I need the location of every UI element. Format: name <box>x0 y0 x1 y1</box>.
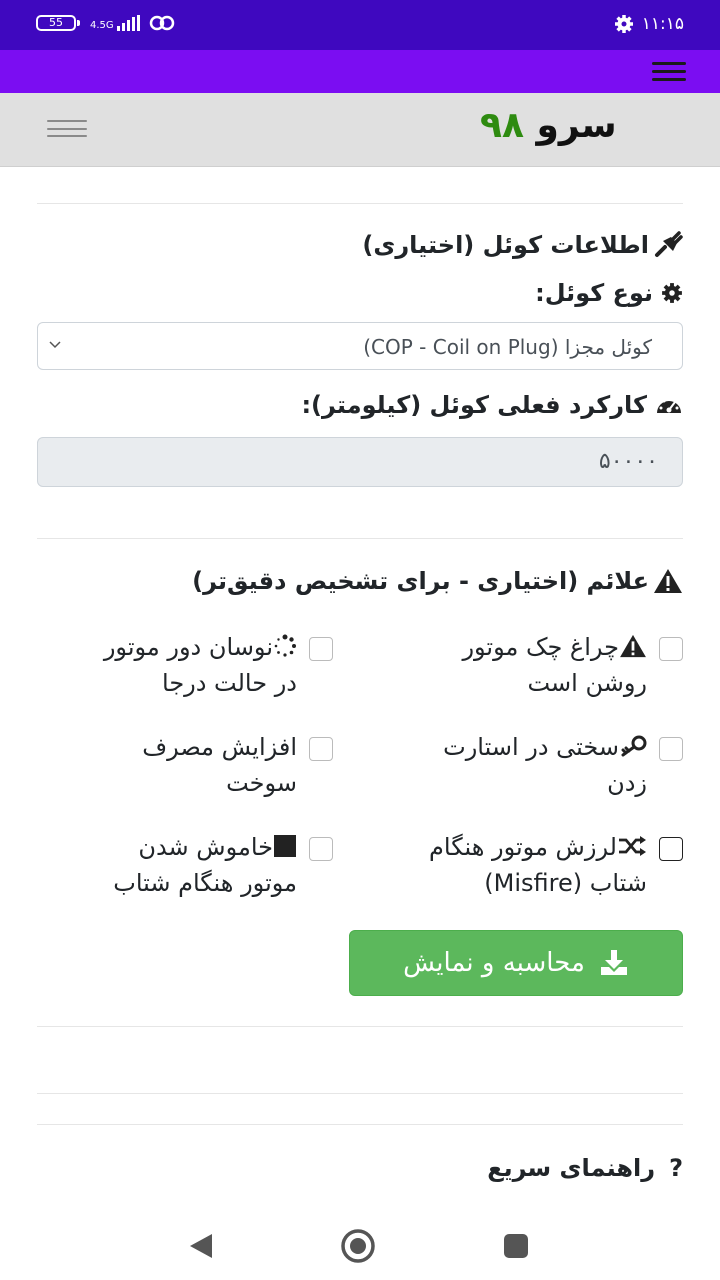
menu-toggle-icon[interactable] <box>47 120 87 137</box>
divider <box>37 1026 683 1027</box>
divider <box>37 1093 683 1094</box>
calculate-button-label: محاسبه و نمایش <box>403 948 585 978</box>
top-menu-icon[interactable] <box>652 62 686 81</box>
symptom-label: لرزش موتور هنگام <box>429 833 617 861</box>
symptom-checkbox[interactable] <box>659 737 683 761</box>
shuffle-icon <box>619 836 646 856</box>
symptom-misfire[interactable]: لرزش موتور هنگام شتاب (Misfire) <box>383 829 683 901</box>
symptom-checkbox[interactable] <box>309 737 333 761</box>
spinner-icon <box>274 634 296 657</box>
divider <box>37 1124 683 1125</box>
status-left: 55 4.5G <box>36 14 176 32</box>
guide-title: ? راهنمای سریع <box>487 1154 683 1182</box>
warning-icon <box>620 634 646 658</box>
symptom-label: زدن <box>607 769 647 797</box>
coil-section-title-text: اطلاعات کوئل (اختیاری) <box>362 231 649 259</box>
key-icon <box>621 735 647 757</box>
symptom-checkbox[interactable] <box>659 637 683 661</box>
symptom-stall[interactable]: خاموش شدن موتور هنگام شتاب <box>33 829 333 901</box>
gauge-icon <box>657 397 681 413</box>
clock: ۱۱:۱۵ <box>641 14 684 34</box>
hotspot-icon <box>149 15 174 31</box>
battery-indicator: 55 <box>36 15 80 31</box>
coil-mileage-value: ۵۰۰۰۰ <box>598 449 658 474</box>
back-icon[interactable] <box>186 1232 214 1260</box>
symptom-idle-fluctuation[interactable]: نوسان دور موتور در حالت درجا <box>33 629 333 701</box>
symptom-label: چراغ چک موتور <box>462 633 619 661</box>
symptom-label: سختی در استارت <box>443 733 619 761</box>
brand-name: سرو <box>536 105 617 146</box>
network-type: 4.5G <box>90 20 114 31</box>
symptom-label: شتاب (Misfire) <box>484 869 647 897</box>
signal-icon <box>116 15 140 31</box>
home-icon[interactable] <box>340 1228 376 1264</box>
symptom-check-engine[interactable]: چراغ چک موتور روشن است <box>383 629 683 701</box>
symptom-label: خاموش شدن <box>138 833 273 861</box>
symptom-label: روشن است <box>527 669 647 697</box>
coil-type-select[interactable]: کوئل مجزا (COP - Coil on Plug) <box>37 322 683 370</box>
coil-section-title: اطلاعات کوئل (اختیاری) <box>362 231 683 259</box>
chevron-down-icon <box>49 341 61 349</box>
warning-icon <box>654 569 682 593</box>
top-nav <box>0 50 720 93</box>
coil-mileage-input[interactable]: ۵۰۰۰۰ <box>37 437 683 487</box>
symptom-label: افزایش مصرف <box>142 733 297 761</box>
coil-mileage-label-text: کارکرد فعلی کوئل (کیلومتر): <box>301 391 647 419</box>
coil-mileage-label: کارکرد فعلی کوئل (کیلومتر): <box>301 391 683 419</box>
gear-icon <box>662 283 682 303</box>
symptom-hard-start[interactable]: سختی در استارت زدن <box>383 729 683 801</box>
question-icon: ? <box>669 1154 683 1182</box>
download-icon <box>600 950 627 975</box>
divider <box>37 538 683 539</box>
coil-type-selected: کوئل مجزا (COP - Coil on Plug) <box>363 335 652 359</box>
symptom-fuel-consumption[interactable]: افزایش مصرف سوخت <box>33 729 333 801</box>
brand-logo[interactable]: سرو ۹۸ <box>480 105 617 146</box>
stop-icon <box>274 835 296 857</box>
system-nav-bar <box>0 1212 720 1280</box>
symptom-label: نوسان دور موتور <box>103 633 273 661</box>
symptom-label: در حالت درجا <box>162 669 297 697</box>
brand-number: ۹۸ <box>480 105 524 146</box>
symptom-checkbox[interactable] <box>309 837 333 861</box>
guide-title-text: راهنمای سریع <box>487 1154 656 1182</box>
symptoms-section-title: علائم (اختیاری - برای تشخیص دقیق‌تر) <box>192 567 683 595</box>
symptom-checkbox[interactable] <box>659 837 683 861</box>
brand-nav: سرو ۹۸ <box>0 93 720 167</box>
settings-icon <box>614 15 633 33</box>
symptom-label: موتور هنگام شتاب <box>113 869 297 897</box>
symptoms-section-title-text: علائم (اختیاری - برای تشخیص دقیق‌تر) <box>192 567 649 595</box>
plug-icon <box>655 231 683 257</box>
recents-icon[interactable] <box>502 1232 530 1260</box>
status-bar: 55 4.5G ۱۱:۱۵ <box>0 0 720 50</box>
calculate-button[interactable]: محاسبه و نمایش <box>349 930 683 996</box>
divider <box>37 203 683 204</box>
coil-type-label-text: نوع کوئل: <box>535 279 653 307</box>
status-right: ۱۱:۱۵ <box>614 14 684 34</box>
symptom-label: سوخت <box>226 769 297 797</box>
coil-type-label: نوع کوئل: <box>535 279 683 307</box>
symptom-checkbox[interactable] <box>309 637 333 661</box>
